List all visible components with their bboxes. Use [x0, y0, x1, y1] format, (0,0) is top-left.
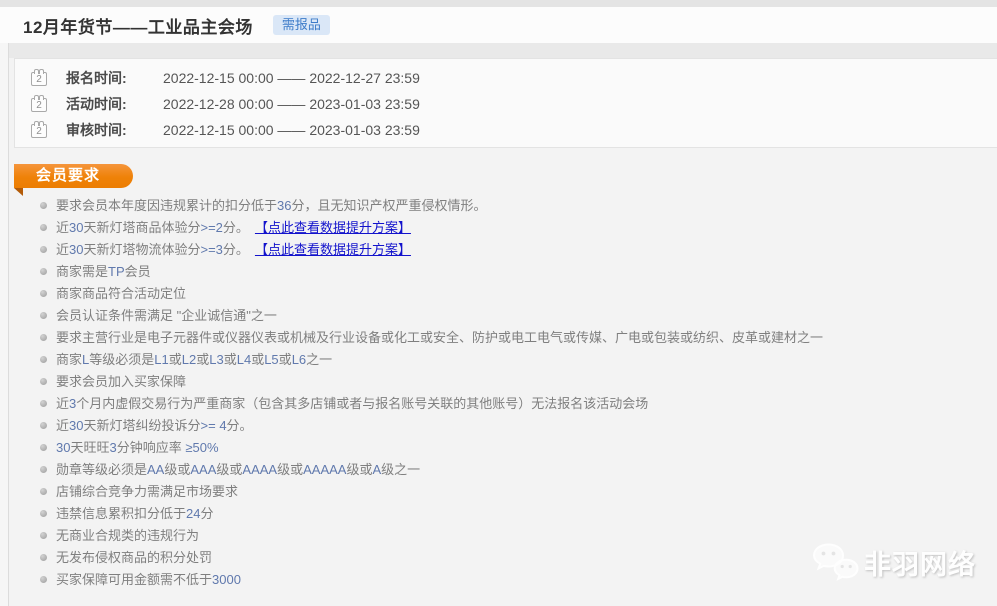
list-item: 勋章等级必须是AA级或AAA级或AAAA级或AAAAA级或A级之一	[14, 463, 991, 477]
requirement-text: 商家需是TP会员	[56, 265, 151, 279]
list-item: 30天旺旺3分钟响应率 ≥50%	[14, 441, 991, 455]
title-bar: 12月年货节——工业品主会场 需报品	[0, 7, 997, 43]
calendar-icon: 2	[31, 98, 47, 112]
list-item: 商家L等级必须是L1或L2或L3或L4或L5或L6之一	[14, 353, 991, 367]
requirement-text: 近3个月内虚假交易行为严重商家（包含其多店铺或者与报名账号关联的其他账号）无法报…	[56, 397, 648, 411]
schedule-box: 2 报名时间: 2022-12-15 00:00 —— 2022-12-27 2…	[14, 58, 997, 148]
watermark: 非羽网络	[812, 541, 976, 583]
bullet-icon	[40, 378, 47, 385]
list-item: 商家商品符合活动定位	[14, 287, 991, 301]
list-item: 要求会员加入买家保障	[14, 375, 991, 389]
schedule-rows: 2 报名时间: 2022-12-15 00:00 —— 2022-12-27 2…	[31, 65, 997, 143]
requirements-list: 要求会员本年度因违规累计的扣分低于36分，且无知识产权严重侵权情形。 近30天新…	[14, 199, 991, 595]
schedule-value: 2022-12-15 00:00 —— 2022-12-27 23:59	[163, 70, 420, 86]
bullet-icon	[40, 290, 47, 297]
calendar-icon: 2	[31, 124, 47, 138]
bullet-icon	[40, 488, 47, 495]
watermark-text: 非羽网络	[864, 543, 976, 582]
bullet-icon	[40, 312, 47, 319]
left-rail-divider	[0, 43, 9, 606]
schedule-value: 2022-12-28 00:00 —— 2023-01-03 23:59	[163, 96, 420, 112]
bullet-icon	[40, 422, 47, 429]
bullet-icon	[40, 444, 47, 451]
bullet-icon	[40, 334, 47, 341]
list-item: 近3个月内虚假交易行为严重商家（包含其多店铺或者与报名账号关联的其他账号）无法报…	[14, 397, 991, 411]
schedule-row: 2 活动时间: 2022-12-28 00:00 —— 2023-01-03 2…	[31, 91, 997, 117]
list-item: 违禁信息累积扣分低于24分	[14, 507, 991, 521]
requirement-text: 要求会员本年度因违规累计的扣分低于36分，且无知识产权严重侵权情形。	[56, 199, 487, 213]
calendar-icon: 2	[31, 72, 47, 86]
bullet-icon	[40, 202, 47, 209]
bullet-icon	[40, 224, 47, 231]
list-item: 近30天新灯塔商品体验分>=2分。 【点此查看数据提升方案】	[14, 221, 991, 235]
requirement-text: 近30天新灯塔物流体验分>=3分。	[56, 243, 249, 257]
list-item: 要求会员本年度因违规累计的扣分低于36分，且无知识产权严重侵权情形。	[14, 199, 991, 213]
bullet-icon	[40, 532, 47, 539]
requirement-text: 会员认证条件需满足 "企业诚信通"之一	[56, 309, 277, 323]
schedule-label: 报名时间:	[66, 68, 141, 88]
requirement-text: 30天旺旺3分钟响应率 ≥50%	[56, 441, 219, 455]
page-title: 12月年货节——工业品主会场	[23, 13, 253, 38]
ribbon-fold	[14, 188, 23, 196]
requirement-text: 无发布侵权商品的积分处罚	[56, 551, 212, 565]
schedule-row: 2 审核时间: 2022-12-15 00:00 —— 2023-01-03 2…	[31, 117, 997, 143]
data-improvement-link[interactable]: 【点此查看数据提升方案】	[255, 221, 411, 235]
title-bar-shadow-band	[0, 43, 997, 58]
list-item: 近30天新灯塔物流体验分>=3分。 【点此查看数据提升方案】	[14, 243, 991, 257]
bullet-icon	[40, 554, 47, 561]
requirement-text: 违禁信息累积扣分低于24分	[56, 507, 214, 521]
list-item: 店铺综合竞争力需满足市场要求	[14, 485, 991, 499]
requirement-text: 店铺综合竞争力需满足市场要求	[56, 485, 238, 499]
bullet-icon	[40, 246, 47, 253]
schedule-label: 审核时间:	[66, 120, 141, 140]
requirement-text: 无商业合规类的违规行为	[56, 529, 199, 543]
requirement-text: 商家商品符合活动定位	[56, 287, 186, 301]
schedule-value: 2022-12-15 00:00 —— 2023-01-03 23:59	[163, 122, 420, 138]
requirement-text: 近30天新灯塔纠纷投诉分>= 4分。	[56, 419, 253, 433]
bullet-icon	[40, 268, 47, 275]
top-strip	[0, 0, 997, 7]
requirement-text: 勋章等级必须是AA级或AAA级或AAAA级或AAAAA级或A级之一	[56, 463, 420, 477]
requirement-text: 要求会员加入买家保障	[56, 375, 186, 389]
section-title-ribbon: 会员要求	[14, 164, 133, 188]
schedule-row: 2 报名时间: 2022-12-15 00:00 —— 2022-12-27 2…	[31, 65, 997, 91]
section-title: 会员要求	[36, 167, 100, 184]
bullet-icon	[40, 576, 47, 583]
bullet-icon	[40, 400, 47, 407]
requirement-text: 要求主营行业是电子元器件或仪器仪表或机械及行业设备或化工或安全、防护或电工电气或…	[56, 331, 823, 345]
requirement-text: 近30天新灯塔商品体验分>=2分。	[56, 221, 249, 235]
list-item: 近30天新灯塔纠纷投诉分>= 4分。	[14, 419, 991, 433]
list-item: 会员认证条件需满足 "企业诚信通"之一	[14, 309, 991, 323]
schedule-label: 活动时间:	[66, 94, 141, 114]
list-item: 要求主营行业是电子元器件或仪器仪表或机械及行业设备或化工或安全、防护或电工电气或…	[14, 331, 991, 345]
list-item: 商家需是TP会员	[14, 265, 991, 279]
data-improvement-link[interactable]: 【点此查看数据提升方案】	[255, 243, 411, 257]
requirement-text: 商家L等级必须是L1或L2或L3或L4或L5或L6之一	[56, 353, 332, 367]
bullet-icon	[40, 466, 47, 473]
bullet-icon	[40, 510, 47, 517]
status-badge: 需报品	[273, 15, 330, 35]
requirement-text: 买家保障可用金额需不低于3000	[56, 573, 241, 587]
wechat-icon	[812, 541, 860, 583]
bullet-icon	[40, 356, 47, 363]
